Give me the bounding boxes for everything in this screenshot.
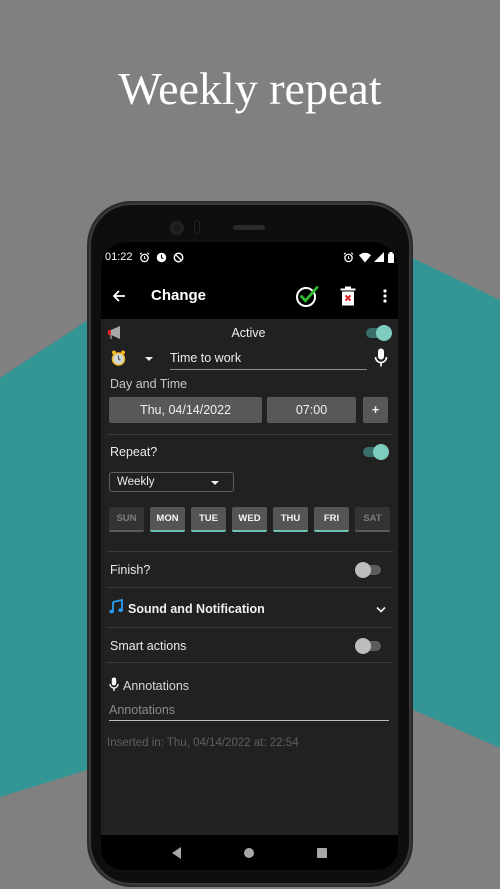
divider [107,627,393,628]
chevron-down-icon [211,481,219,485]
smart-actions-toggle[interactable] [355,638,383,654]
repeat-toggle[interactable] [361,444,389,460]
day-toggle-sun[interactable]: SUN [109,507,144,532]
nav-back-icon[interactable] [172,846,182,859]
day-and-time-label: Day and Time [110,377,188,391]
divider [107,551,393,552]
active-toggle[interactable] [364,325,392,341]
divider [107,587,393,588]
day-toggle-tue[interactable]: TUE [191,507,226,532]
day-toggle-mon[interactable]: MON [150,507,185,532]
system-nav-bar [101,835,398,870]
annotations-label: Annotations [123,679,190,693]
time-button[interactable]: 07:00 [267,397,356,423]
active-row: Active [107,322,392,344]
repeat-frequency-select[interactable]: Weekly [109,472,234,492]
phone-screen: 01:22 Change Active Time to work Day and… [101,242,398,870]
save-check-icon[interactable] [295,284,319,308]
chevron-down-icon[interactable] [376,600,386,618]
repeat-label: Repeat? [110,445,158,459]
alarm-icon [139,251,151,263]
finish-toggle[interactable] [355,562,383,578]
sound-notification-label: Sound and Notification [128,602,265,616]
nav-recents-icon[interactable] [316,847,327,858]
back-arrow-icon[interactable] [109,286,129,306]
finish-label: Finish? [110,563,151,577]
nav-home-icon[interactable] [243,847,254,858]
front-camera [170,221,184,235]
battery-icon [388,251,394,263]
date-button[interactable]: Thu, 04/14/2022 [109,397,262,423]
divider [107,434,393,435]
day-toggle-thu[interactable]: THU [273,507,308,532]
weekday-selector: SUN MON TUE WED THU FRI SAT [109,507,390,532]
status-time: 01:22 [105,251,133,263]
signal-icon [373,251,385,263]
promo-title: Weekly repeat [118,63,382,114]
divider [107,662,393,663]
status-bar: 01:22 [101,242,398,272]
annotations-header: Annotations [109,677,189,695]
app-bar: Change [101,272,398,319]
teal-band-left [0,312,100,797]
mic-icon[interactable] [109,677,119,695]
sound-notification-section[interactable]: Sound and Notification [109,598,386,620]
alarm-edit-form: Active Time to work Day and Time Thu, 04… [101,319,398,835]
alarm-clock-icon[interactable] [111,350,126,371]
wifi-icon [359,251,371,263]
day-toggle-wed[interactable]: WED [232,507,267,532]
earpiece-speaker [233,225,265,230]
mic-icon[interactable] [374,348,388,373]
day-toggle-fri[interactable]: FRI [314,507,349,532]
day-toggle-sat[interactable]: SAT [355,507,390,532]
alarm-icon [342,251,354,263]
add-time-button[interactable]: + [363,397,388,423]
music-note-icon [109,598,123,619]
title-row: Time to work [109,348,390,372]
smart-actions-label: Smart actions [110,639,187,653]
active-label: Active [231,326,266,340]
icon-dropdown-caret[interactable] [145,357,153,361]
proximity-sensor [194,220,200,234]
annotations-input[interactable]: Annotations [109,701,389,721]
page-title: Change [151,287,207,304]
clock-icon [156,251,168,263]
data-saver-icon [173,251,185,263]
inserted-timestamp: Inserted in: Thu, 04/14/2022 at: 22:54 [107,737,299,749]
more-options-icon[interactable] [380,284,390,308]
alarm-title-input[interactable]: Time to work [170,348,367,370]
teal-band-right [400,252,500,748]
delete-icon[interactable] [336,284,360,308]
repeat-frequency-value: Weekly [117,476,155,488]
